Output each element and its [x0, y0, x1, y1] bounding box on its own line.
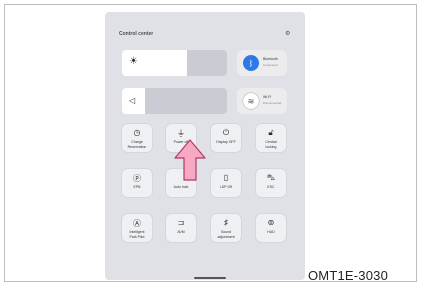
tile-label: AVM	[177, 230, 185, 234]
wifi-toggle[interactable]: ≋ Wi-Fi Disconnected	[237, 88, 287, 114]
bluetooth-toggle[interactable]: ᛒ Bluetooth Connected	[237, 50, 287, 76]
charge-icon: ◷	[133, 128, 141, 137]
tile-central-locking[interactable]: 🔓︎ Central locking	[256, 124, 286, 152]
tile-label: ESC	[267, 185, 275, 189]
control-center-title: Control center	[119, 31, 154, 37]
tile-label: Sound adjustment	[217, 230, 235, 239]
tile-hud[interactable]: ⊚ HUD	[256, 214, 286, 242]
tile-charge-reservation[interactable]: ◷ Charge Reservation	[122, 124, 152, 152]
home-indicator[interactable]	[194, 277, 226, 279]
sun-icon: ☀	[129, 56, 138, 67]
tile-label: i-DP Off	[219, 185, 233, 189]
tile-esc[interactable]: ⛍ ESC	[256, 169, 286, 197]
tile-label: Intelligent Park Pilot	[129, 230, 145, 239]
tile-idp-off[interactable]: ▯ i-DP Off	[211, 169, 241, 197]
tile-label: HUD	[267, 230, 275, 234]
battery-icon: ▯	[223, 173, 229, 182]
tile-epb[interactable]: ⓟ EPB	[122, 169, 152, 197]
bluetooth-status: Connected	[263, 63, 278, 67]
tile-label: EPB	[133, 185, 141, 189]
bluetooth-label: Bluetooth	[263, 57, 278, 61]
car-icon: ⛍	[266, 173, 276, 182]
steering-icon: ⊚	[267, 218, 275, 227]
tile-label: Charge Reservation	[127, 140, 147, 149]
eco-icon: ⓟ	[133, 174, 141, 183]
tile-display-off[interactable]: ⏻ Display OFF	[211, 124, 241, 152]
parking-icon: Ⓐ	[133, 219, 141, 228]
wifi-label: Wi-Fi	[263, 95, 272, 99]
speaker-icon: ◁	[129, 96, 136, 105]
figure-code: OMT1E-3030	[308, 268, 389, 283]
brightness-slider[interactable]: ☀	[122, 50, 227, 76]
power-icon: ⏻	[222, 128, 230, 137]
tile-label: Auto hold	[173, 185, 189, 189]
lock-icon: 🔓︎	[268, 128, 274, 137]
gear-icon[interactable]: ⚙	[285, 30, 290, 37]
sound-icon: ♯	[224, 218, 228, 227]
wifi-icon: ≋	[243, 93, 259, 109]
tile-avm[interactable]: ⊐ AVM	[166, 214, 196, 242]
pointer-arrow-icon	[174, 139, 206, 181]
mirror-icon: ⊐	[177, 218, 185, 227]
bluetooth-icon: ᛒ	[243, 55, 259, 71]
tile-label: Display OFF	[216, 140, 236, 144]
wifi-status: Disconnected	[263, 101, 282, 105]
tile-sound-adjustment[interactable]: ♯ Sound adjustment	[211, 214, 241, 242]
tile-label: Central locking	[265, 140, 277, 149]
volume-slider[interactable]: ◁	[122, 88, 227, 114]
tile-intelligent-park-pilot[interactable]: Ⓐ Intelligent Park Pilot	[122, 214, 152, 242]
